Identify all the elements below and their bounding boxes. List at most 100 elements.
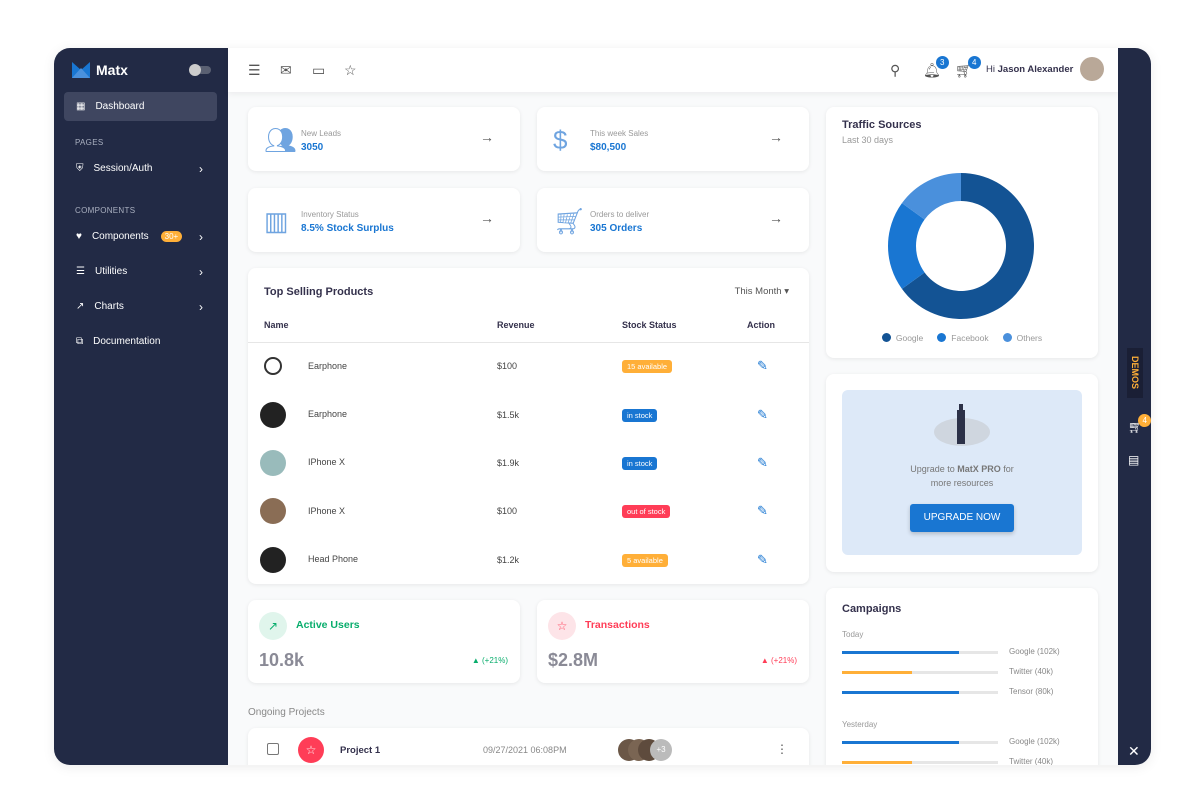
product-image <box>260 401 286 428</box>
col-revenue: Revenue <box>497 309 622 343</box>
upgrade-now-button[interactable]: UPGRADE NOW <box>910 504 1014 532</box>
star-icon: ☆ <box>548 612 576 640</box>
top-selling-products-card: Top Selling Products This Month ▾ Name Re… <box>248 268 809 584</box>
sidebar-item-utilities[interactable]: ☰ Utilities › <box>64 257 217 286</box>
edit-icon[interactable]: ✎ <box>747 487 809 535</box>
cart-count: 4 <box>967 56 981 69</box>
product-cell: Earphone <box>248 342 497 390</box>
campaign-label: Google (102k) <box>1009 737 1060 746</box>
legend-dot <box>881 333 891 342</box>
product-cell: Earphone <box>248 390 497 438</box>
brand-logo[interactable]: Matx <box>72 62 128 78</box>
table-row: Head Phone $1.2k 5 available ✎ <box>248 536 809 584</box>
shield-icon: ⛨ <box>76 163 84 174</box>
sidebar-item-dashboard[interactable]: ▦ Dashboard <box>64 92 217 121</box>
legend-label: Others <box>1016 333 1043 343</box>
project-row[interactable]: ☆ Project 1 09/27/2021 06:08PM +3 ⋮ <box>248 728 809 765</box>
product-image <box>260 498 286 525</box>
stat-card-sales[interactable]: $ This week Sales $80,500 → <box>537 107 809 171</box>
legend-item[interactable]: Google <box>881 333 924 343</box>
legend-item[interactable]: Others <box>1002 333 1043 343</box>
traffic-donut-chart <box>888 173 1034 319</box>
close-icon[interactable]: ✕ <box>1128 743 1140 760</box>
legend-label: Google <box>895 333 924 343</box>
arrow-right-icon[interactable]: → <box>769 210 783 226</box>
more-vert-icon[interactable]: ⋮ <box>776 742 788 756</box>
sidebar-item-session-auth[interactable]: ⛨ Session/Auth › <box>64 154 217 183</box>
chat-icon[interactable]: ▤ <box>1128 453 1139 467</box>
upgrade-panel: Upgrade to MatX PRO for more resources UP… <box>842 390 1082 555</box>
menu-icon[interactable]: ☰ <box>248 62 261 79</box>
text-post: for <box>1003 464 1014 474</box>
sidebar-item-label: Charts <box>94 301 124 312</box>
stock-cell: in stock <box>622 439 747 487</box>
progress-fill <box>842 741 959 744</box>
campaign-label: Google (102k) <box>1009 647 1060 656</box>
campaign-progress-bar <box>842 761 998 764</box>
user-greeting[interactable]: Hi Jason Alexander <box>986 64 1073 75</box>
edit-icon[interactable]: ✎ <box>747 390 809 438</box>
bell-icon[interactable]: 🔔︎ 3 <box>923 56 949 79</box>
card-subtitle: Last 30 days <box>842 135 894 145</box>
table-row: IPhone X $1.9k in stock ✎ <box>248 439 809 487</box>
card-title: Top Selling Products <box>264 286 374 298</box>
star-icon[interactable]: ☆ <box>344 62 357 79</box>
campaign-progress-bar <box>842 741 998 744</box>
demo-cart-count: 4 <box>1138 414 1151 427</box>
project-checkbox[interactable] <box>267 743 279 755</box>
greeting-text: Hi <box>986 64 995 75</box>
sidebar-item-documentation[interactable]: ⧉ Documentation <box>64 327 217 356</box>
cart-icon[interactable]: 🛒︎ 4 <box>1128 414 1151 434</box>
sidebar-item-label: Session/Auth <box>93 163 153 174</box>
legend-item[interactable]: Facebook <box>937 333 989 343</box>
active-users-card: ↗ Active Users 10.8k ▲ (+21%) <box>248 600 520 683</box>
product-revenue: $100 <box>497 361 518 372</box>
sidebar-item-label: Dashboard <box>95 101 145 112</box>
stat-label: Inventory Status <box>301 210 359 219</box>
sidebar-item-charts[interactable]: ↗ Charts › <box>64 292 217 321</box>
search-icon[interactable]: ⚲ <box>890 62 900 79</box>
text-line2: more resources <box>930 478 994 488</box>
campaign-label: Twitter (40k) <box>1009 667 1054 676</box>
edit-icon[interactable]: ✎ <box>747 342 809 390</box>
stat-card-inventory[interactable]: ▥ Inventory Status 8.5% Stock Surplus → <box>248 188 520 252</box>
cart-icon[interactable]: 🛒︎ 4 <box>955 56 981 79</box>
sidebar-item-label: Components <box>91 231 149 242</box>
stat-value: 3050 <box>301 142 324 153</box>
donut-slice-facebook[interactable] <box>888 203 925 289</box>
table-row: IPhone X $100 out of stock ✎ <box>248 487 809 535</box>
stat-card-orders[interactable]: 🛒︎ Orders to deliver 305 Orders → <box>537 188 809 252</box>
stock-cell: 15 available <box>622 342 747 390</box>
change-text: (+21%) <box>770 656 797 665</box>
avatar[interactable] <box>1080 57 1104 81</box>
sidebar-item-components[interactable]: ♥ Components 30+ › <box>64 222 217 251</box>
metric-value: 10.8k <box>259 650 305 670</box>
arrow-right-icon[interactable]: → <box>769 129 783 145</box>
components-badge: 30+ <box>160 231 183 242</box>
edit-icon[interactable]: ✎ <box>747 536 809 584</box>
matx-logo-icon <box>72 62 90 78</box>
theme-toggle[interactable] <box>189 64 211 76</box>
status-badge: 5 available <box>622 553 668 567</box>
stat-value: 305 Orders <box>590 223 643 234</box>
metric-value: $2.8M <box>548 650 599 670</box>
topbar: ☰ ✉ ▭ ☆ ⚲ 🔔︎ 3 🛒︎ 4 Hi Jason Alexander <box>228 48 1118 92</box>
list-icon: ☰ <box>76 266 85 277</box>
app-frame: Matx ▦ Dashboard PAGES ⛨ Session/Auth › COM… <box>54 48 1151 765</box>
month-select[interactable]: This Month ▾ <box>735 286 789 297</box>
sidebar-item-label: Documentation <box>93 336 161 347</box>
arrow-right-icon[interactable]: → <box>480 210 494 226</box>
stat-card-new-leads[interactable]: 👥︎ New Leads 3050 → <box>248 107 520 171</box>
window-icon[interactable]: ▭ <box>312 62 325 79</box>
sidebar-item-label: Utilities <box>94 266 128 277</box>
change-text: (+21%) <box>481 656 508 665</box>
campaigns-card: Campaigns Today Google (102k) Twitter (40k… <box>826 588 1098 765</box>
stat-label: Orders to deliver <box>590 210 650 219</box>
star-icon: ☆ <box>298 737 324 763</box>
arrow-right-icon[interactable]: → <box>480 129 494 145</box>
stock-cell: out of stock <box>622 487 747 535</box>
demos-button[interactable]: DEMOS <box>1127 348 1143 398</box>
products-table: Name Revenue Stock Status Action Earphone $1… <box>248 309 809 584</box>
mail-icon[interactable]: ✉ <box>280 62 292 79</box>
edit-icon[interactable]: ✎ <box>747 439 809 487</box>
